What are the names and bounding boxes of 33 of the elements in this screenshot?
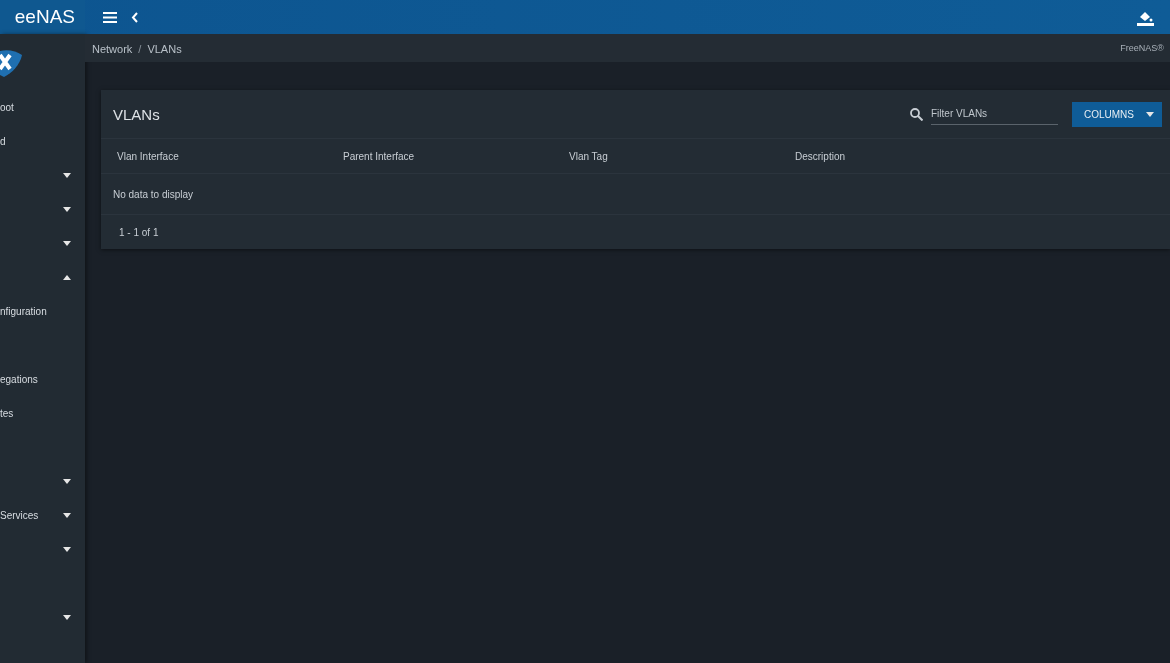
menu-icon[interactable] [103,11,117,23]
brand-logo-text: eeNAS [14,6,75,28]
caret-down-icon [63,240,71,246]
column-header[interactable]: Vlan Tag [553,150,779,162]
sidebar-item[interactable]: tes [0,396,85,430]
column-header[interactable]: Vlan Interface [101,150,327,162]
caret-down-icon [1146,111,1154,117]
filter-field[interactable]: Filter VLANs [931,103,1058,125]
caret-up-icon [63,274,71,280]
breadcrumb-link[interactable]: Network [92,43,133,55]
logo-icon [0,47,22,77]
pagination-range: 1 - 1 of 1 [118,226,159,238]
caret-down-icon [63,206,71,212]
breadcrumb-separator: / [138,43,142,55]
breadcrumb-link[interactable]: VLANs [147,43,182,55]
column-header[interactable]: Description [779,150,1005,162]
column-header[interactable]: Parent Interface [327,150,553,162]
sidebar-item[interactable]: nfiguration [0,294,85,328]
sidebar-item[interactable]: d [0,124,85,158]
sidebar-item[interactable]: Services [0,498,85,532]
sidebar-item[interactable]: egations [0,362,85,396]
caret-down-icon [63,512,71,518]
columns-button[interactable]: COLUMNS [1072,101,1162,127]
empty-message: No data to display [112,188,194,200]
caret-down-icon [63,546,71,552]
caret-down-icon [63,172,71,178]
copyright-text: FreeNAS® [1120,43,1164,53]
caret-down-icon [63,478,71,484]
chevron-left-icon[interactable] [131,11,138,23]
caret-down-icon [63,614,71,620]
card-title: VLANs [113,105,160,123]
sidebar-item[interactable]: oot [0,90,85,124]
search-icon [910,107,923,121]
